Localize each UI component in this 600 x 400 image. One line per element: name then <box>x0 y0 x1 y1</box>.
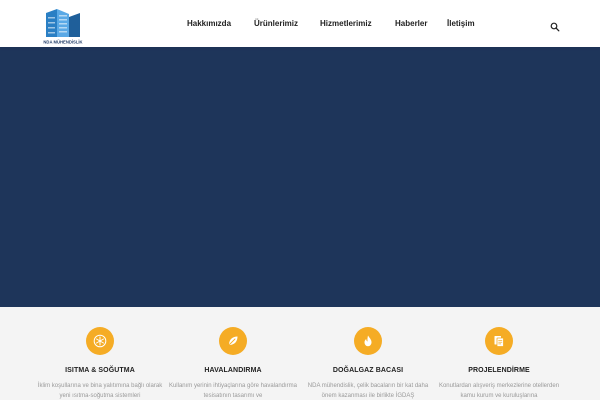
service-icon-badge <box>219 327 247 355</box>
service-havalandirma[interactable]: HAVALANDIRMA Kullanım yerinin ihtiyaçlar… <box>168 307 298 400</box>
service-title: HAVALANDIRMA <box>204 367 262 374</box>
service-title: PROJELENDİRME <box>468 367 530 374</box>
service-dogalgaz-bacasi[interactable]: DOĞALGAZ BACASI NDA mühendislik, çelik b… <box>303 307 433 400</box>
service-description: Konutlardan alışveriş merkezlerine otell… <box>438 383 560 399</box>
nav-item-urunlerimiz[interactable]: Ürünlerimiz <box>254 19 298 28</box>
service-description: İklim koşullarına ve bina yalıtımına bağ… <box>37 383 163 399</box>
main-nav: Hakkımızda Ürünlerimiz Hizmetlerimiz Hab… <box>0 0 600 47</box>
documents-icon <box>494 336 504 347</box>
nav-item-hakkimizda[interactable]: Hakkımızda <box>187 19 231 28</box>
service-isitma-sogutma[interactable]: ISITMA & SOĞUTMA İklim koşullarına ve bi… <box>35 307 165 400</box>
snowflake-icon <box>93 334 107 348</box>
nav-item-haberler[interactable]: Haberler <box>395 19 427 28</box>
service-icon-badge <box>354 327 382 355</box>
hero-banner <box>0 47 600 307</box>
services-section: ISITMA & SOĞUTMA İklim koşullarına ve bi… <box>0 307 600 400</box>
service-description: NDA mühendislik, çelik bacaların bir kat… <box>307 383 429 399</box>
service-title: DOĞALGAZ BACASI <box>332 367 404 374</box>
nav-item-hizmetlerimiz[interactable]: Hizmetlerimiz <box>320 19 372 28</box>
leaf-icon <box>229 336 238 345</box>
service-projelendirme[interactable]: PROJELENDİRME Konutlardan alışveriş merk… <box>434 307 564 400</box>
service-title: ISITMA & SOĞUTMA <box>65 367 135 374</box>
flame-icon <box>364 335 372 347</box>
nav-item-iletisim[interactable]: İletişim <box>447 19 475 28</box>
service-icon-badge <box>485 327 513 355</box>
search-icon <box>550 22 560 32</box>
site-header: NDA MÜHENDİSLİK Hakkımızda Ürünlerimiz H… <box>0 0 600 47</box>
search-button[interactable] <box>550 19 560 32</box>
service-icon-badge <box>86 327 114 355</box>
service-description: Kullanım yerinin ihtiyaçlarına göre hava… <box>168 383 298 399</box>
